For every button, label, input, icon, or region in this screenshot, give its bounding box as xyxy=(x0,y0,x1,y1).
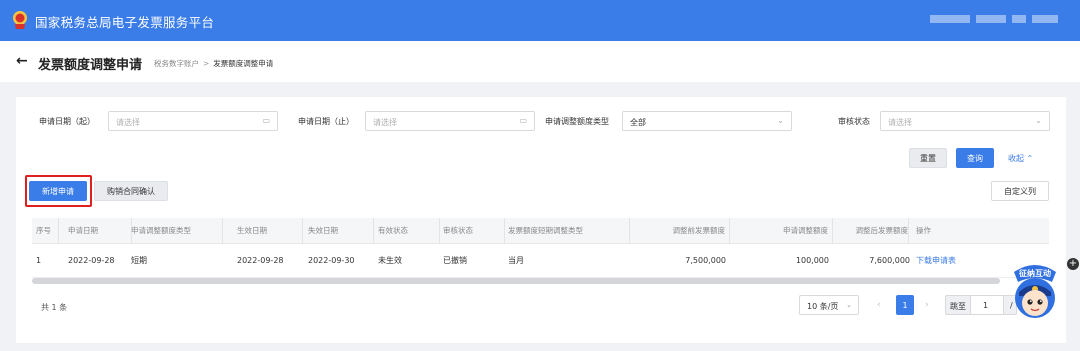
horizontal-scrollbar[interactable] xyxy=(32,278,1000,284)
column-header: 调整前发票额度 xyxy=(633,218,730,244)
column-header: 申请日期 xyxy=(68,218,132,244)
mascot-label: 征纳互动 xyxy=(1019,268,1051,278)
end-date-picker[interactable]: 请选择 ▭ xyxy=(365,111,535,131)
user-info[interactable] xyxy=(930,15,1060,23)
chevron-down-icon: ⌄ xyxy=(1035,116,1042,125)
column-header: 有效状态 xyxy=(378,218,440,244)
mascot-assistant-icon[interactable]: 征纳互动 xyxy=(1008,262,1062,320)
calendar-icon: ▭ xyxy=(519,116,527,125)
page-size-value: 10 条/页 xyxy=(807,302,839,311)
chevron-down-icon: ⌄ xyxy=(777,116,784,125)
adjust-type-select[interactable]: 全部 ⌄ xyxy=(622,111,792,131)
page-size-select[interactable]: 10 条/页 ⌄ xyxy=(799,295,859,315)
cell-after-amount-value: 7,600,000 xyxy=(869,256,910,265)
column-header: 发票额度短期调整类型 xyxy=(508,218,630,244)
chevron-down-icon: ⌄ xyxy=(846,301,852,309)
breadcrumb: 税务数字账户 > 发票额度调整申请 xyxy=(154,58,273,69)
chevron-up-icon: ⌃ xyxy=(1026,154,1034,163)
cell-adjust-type: 短期 xyxy=(131,256,147,265)
review-status-placeholder: 请选择 xyxy=(888,118,912,127)
page-title: 发票额度调整申请 xyxy=(38,58,143,73)
jump-to-page: 跳至 1 / xyxy=(945,295,1017,315)
adjust-type-value: 全部 xyxy=(630,118,646,127)
collapse-link[interactable]: 收起 ⌃ xyxy=(1008,153,1033,164)
column-header: 申请调整额度类型 xyxy=(131,218,223,244)
column-header: 失效日期 xyxy=(308,218,374,244)
table-header: 序号 申请日期 申请调整额度类型 生效日期 失效日期 有效状态 审核状态 发票额… xyxy=(32,218,1049,244)
plus-icon[interactable]: + xyxy=(1067,258,1079,270)
end-date-placeholder: 请选择 xyxy=(373,118,397,127)
table-row: 1 2022-09-28 短期 2022-09-28 2022-09-30 未生… xyxy=(32,244,1049,278)
breadcrumb-item-current: 发票额度调整申请 xyxy=(213,59,274,68)
cell-short-term-type: 当月 xyxy=(508,256,524,265)
cell-after-amount: 7,600,000 xyxy=(837,244,910,278)
contract-confirm-button[interactable]: 购销合同确认 xyxy=(94,181,168,201)
cell-expire-date: 2022-09-30 xyxy=(308,256,355,265)
prev-page-icon[interactable]: ‹ xyxy=(877,300,881,310)
custom-columns-button[interactable]: 自定义列 xyxy=(991,181,1049,201)
next-page-icon[interactable]: › xyxy=(925,300,929,310)
start-date-placeholder: 请选择 xyxy=(116,118,140,127)
cell-index: 1 xyxy=(36,256,42,265)
column-header: 审核状态 xyxy=(443,218,505,244)
cell-valid-status: 未生效 xyxy=(378,256,402,265)
start-date-picker[interactable]: 请选择 ▭ xyxy=(108,111,278,131)
cell-before-amount: 7,500,000 xyxy=(685,256,726,265)
cell-review-status: 已撤销 xyxy=(443,256,467,265)
collapse-label: 收起 xyxy=(1008,154,1024,163)
end-date-label: 申请日期（止） xyxy=(298,117,354,126)
start-date-label: 申请日期（起） xyxy=(39,117,95,126)
highlight-box xyxy=(25,175,92,207)
page-header: ← 发票额度调整申请 税务数字账户 > 发票额度调整申请 xyxy=(0,41,1080,82)
breadcrumb-separator-icon: > xyxy=(203,59,210,68)
cell-apply-amount: 100,000 xyxy=(795,256,829,265)
top-bar: 国家税务总局电子发票服务平台 xyxy=(0,0,1080,41)
jump-label: 跳至 xyxy=(950,302,966,311)
column-header: 申请调整额度 xyxy=(734,218,833,244)
calendar-icon: ▭ xyxy=(262,116,270,125)
main-card: 申请日期（起） 请选择 ▭ 申请日期（止） 请选择 ▭ 申请调整额度类型 全部 … xyxy=(16,97,1066,343)
cell-effective-date: 2022-09-28 xyxy=(237,256,284,265)
breadcrumb-item-account[interactable]: 税务数字账户 xyxy=(154,59,199,68)
review-status-select[interactable]: 请选择 ⌄ xyxy=(880,111,1050,131)
column-header: 调整后发票额度 xyxy=(837,218,909,244)
app-title: 国家税务总局电子发票服务平台 xyxy=(35,15,215,30)
total-count: 共 1 条 xyxy=(41,303,68,312)
column-header: 序号 xyxy=(36,218,59,244)
column-header: 操作 xyxy=(916,226,931,235)
reset-button[interactable]: 重置 xyxy=(909,148,947,168)
page-number-current[interactable]: 1 xyxy=(896,295,914,315)
cell-apply-date: 2022-09-28 xyxy=(68,256,115,265)
download-form-link[interactable]: 下载申请表 xyxy=(916,244,996,278)
adjust-type-label: 申请调整额度类型 xyxy=(545,117,609,126)
arrow-left-icon[interactable]: ← xyxy=(16,53,28,69)
jump-page-input[interactable]: 1 xyxy=(970,295,1004,315)
column-header: 生效日期 xyxy=(237,218,303,244)
review-status-label: 审核状态 xyxy=(838,117,870,126)
search-button[interactable]: 查询 xyxy=(956,148,994,168)
tax-emblem-icon xyxy=(13,11,27,29)
